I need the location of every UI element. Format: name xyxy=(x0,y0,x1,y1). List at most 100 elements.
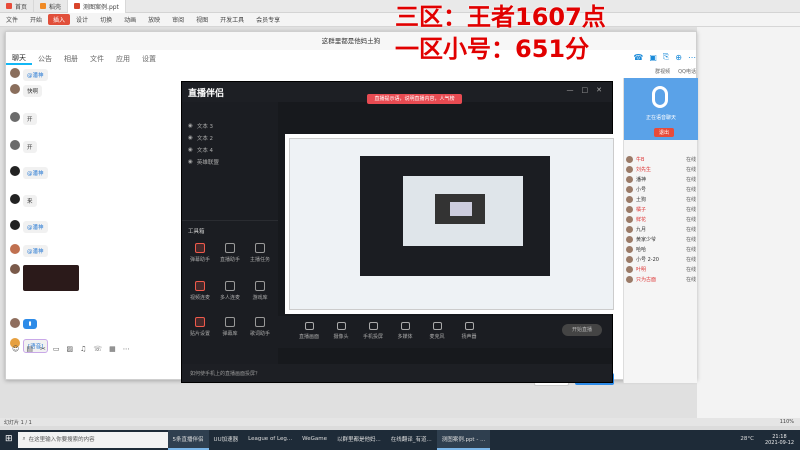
list-item[interactable]: 牛B 在线 xyxy=(626,154,696,164)
ctrl-media[interactable]: 多媒体 xyxy=(392,322,418,340)
tab-home[interactable]: 首页 xyxy=(0,0,35,13)
more-icon[interactable]: ⋯ xyxy=(688,53,696,62)
tab-album[interactable]: 相册 xyxy=(58,54,84,64)
tab-docer[interactable]: 稻壳 xyxy=(34,0,69,13)
taskbar-app[interactable]: UU加速器 xyxy=(209,430,244,450)
leave-button[interactable]: 退出 xyxy=(654,128,675,137)
ctrl-phone[interactable]: 手机投屏 xyxy=(360,322,386,340)
avatar[interactable] xyxy=(10,166,20,176)
share-icon[interactable]: ⎘ xyxy=(663,52,669,62)
taskbar-app[interactable]: 以群里都是他妈... xyxy=(332,430,386,450)
scissors-icon[interactable]: ✂ xyxy=(40,345,46,353)
tool-lyrics[interactable]: 歌词助手 xyxy=(245,317,275,337)
list-item[interactable]: 刘先生 在线 xyxy=(626,164,696,174)
maximize-icon[interactable]: □ xyxy=(582,86,589,94)
start-live-button[interactable]: 开始直播 xyxy=(562,324,602,336)
eye-icon[interactable]: ◉ xyxy=(188,159,193,165)
ribbon-member[interactable]: 会员专享 xyxy=(250,15,286,24)
ribbon-review[interactable]: 审阅 xyxy=(166,15,190,24)
close-icon[interactable]: ✕ xyxy=(596,86,602,94)
list-item[interactable]: 土狗 在线 xyxy=(626,194,696,204)
tab-apps[interactable]: 应用 xyxy=(110,54,136,64)
tool-task[interactable]: 主播任务 xyxy=(245,243,275,263)
tool-game[interactable]: 游戏库 xyxy=(245,281,275,301)
avatar[interactable] xyxy=(10,244,20,254)
list-item[interactable]: 小号 2-20 在线 xyxy=(626,254,696,264)
ribbon-design[interactable]: 设计 xyxy=(70,15,94,24)
scene-item[interactable]: ◉ 文本 2 xyxy=(182,132,278,144)
ctrl-mic[interactable]: 麦克风 xyxy=(424,322,450,340)
list-item[interactable]: 九月 在线 xyxy=(626,224,696,234)
scene-item[interactable]: ◉ 文本 3 xyxy=(182,120,278,132)
list-item[interactable]: 橘子 在线 xyxy=(626,204,696,214)
tab-ppt[interactable]: 测图案例.ppt xyxy=(68,0,126,13)
list-item[interactable]: 潘神 在线 xyxy=(626,174,696,184)
list-item[interactable]: 只为古面 在线 xyxy=(626,274,696,284)
ribbon-show[interactable]: 放映 xyxy=(142,15,166,24)
list-item[interactable]: 叶明 在线 xyxy=(626,264,696,274)
music-icon[interactable]: ♫ xyxy=(80,345,86,353)
list-item[interactable]: 黄家少爷 在线 xyxy=(626,234,696,244)
video-icon[interactable]: ▣ xyxy=(649,53,657,62)
ribbon-view[interactable]: 视图 xyxy=(190,15,214,24)
avatar[interactable] xyxy=(10,84,20,94)
image-icon[interactable]: ▨ xyxy=(66,345,73,353)
ribbon-file[interactable]: 文件 xyxy=(0,15,24,24)
eye-icon[interactable]: ◉ xyxy=(188,123,193,129)
list-item[interactable]: 哈哈 在线 xyxy=(626,244,696,254)
tool-danmu-lib[interactable]: 弹幕库 xyxy=(215,317,245,337)
tab-chat[interactable]: 聊天 xyxy=(6,53,32,65)
ribbon-start[interactable]: 开始 xyxy=(24,15,48,24)
ribbon-switch[interactable]: 切换 xyxy=(94,15,118,24)
qq-call-label: QQ电话 xyxy=(678,69,696,75)
taskbar-search[interactable]: ⌕ 在这里输入你要搜索的内容 xyxy=(17,432,168,448)
more-small-icon[interactable]: ⋯ xyxy=(123,345,130,353)
tab-settings[interactable]: 设置 xyxy=(136,54,162,64)
weather[interactable]: 28°C xyxy=(735,430,759,450)
clock[interactable]: 21:18 2021-09-12 xyxy=(759,434,800,446)
scene-item[interactable]: ◉ 英雄联盟 xyxy=(182,156,278,168)
phone-small-icon[interactable]: ☏ xyxy=(93,345,102,353)
folder-icon[interactable]: ▭ xyxy=(53,345,60,353)
tool-danmu[interactable]: 弹幕助手 xyxy=(185,243,215,263)
taskbar-app[interactable]: 测图案例.ppt - ... xyxy=(436,430,491,450)
scene-item[interactable]: ◉ 文本 4 xyxy=(182,144,278,156)
ctrl-camera[interactable]: 摄像头 xyxy=(328,322,354,340)
grid-icon[interactable]: ▦ xyxy=(109,345,116,353)
help-link[interactable]: 如何使手机上的直播画面投屏？ xyxy=(190,370,260,377)
phone-icon[interactable]: ☎ xyxy=(633,53,643,62)
add-icon[interactable]: ⊕ xyxy=(675,53,682,62)
emoji-icon[interactable]: ☺ xyxy=(12,345,19,353)
ribbon-insert[interactable]: 插入 xyxy=(48,14,71,25)
image-thumbnail[interactable] xyxy=(23,265,79,291)
taskbar-app[interactable]: WeGame xyxy=(297,430,332,450)
windows-start-icon[interactable]: ⊞ xyxy=(0,430,18,450)
avatar[interactable] xyxy=(10,194,20,204)
taskbar-app[interactable]: League of Leg... xyxy=(243,430,297,450)
ctrl-screen[interactable]: 直播画面 xyxy=(296,322,322,340)
list-item[interactable]: 鲜花 在线 xyxy=(626,214,696,224)
ribbon-animation[interactable]: 动画 xyxy=(118,15,142,24)
taskbar-app[interactable]: 在线翻译_有道... xyxy=(386,430,437,450)
eye-icon[interactable]: ◉ xyxy=(188,135,193,141)
list-item[interactable]: 小号 在线 xyxy=(626,184,696,194)
tool-sticker[interactable]: 贴片设置 xyxy=(185,317,215,337)
avatar[interactable] xyxy=(10,140,20,150)
avatar[interactable] xyxy=(10,264,20,274)
avatar[interactable] xyxy=(10,318,20,328)
ribbon-dev[interactable]: 开发工具 xyxy=(214,15,250,24)
taskbar-app[interactable]: 5条直播伴侣 xyxy=(167,430,209,450)
gif-icon[interactable]: ▤ xyxy=(26,345,33,353)
minimize-icon[interactable]: — xyxy=(567,86,574,94)
zoom-level[interactable]: 110% xyxy=(780,419,800,425)
avatar[interactable] xyxy=(10,68,20,78)
tool-multi-link[interactable]: 多人连麦 xyxy=(215,281,245,301)
tab-notice[interactable]: 公告 xyxy=(32,54,58,64)
avatar[interactable] xyxy=(10,220,20,230)
tool-assistant[interactable]: 直播助手 xyxy=(215,243,245,263)
eye-icon[interactable]: ◉ xyxy=(188,147,193,153)
avatar[interactable] xyxy=(10,112,20,122)
tool-video-link[interactable]: 视频连麦 xyxy=(185,281,215,301)
ctrl-speaker[interactable]: 扬声器 xyxy=(456,322,482,340)
tab-files[interactable]: 文件 xyxy=(84,54,110,64)
